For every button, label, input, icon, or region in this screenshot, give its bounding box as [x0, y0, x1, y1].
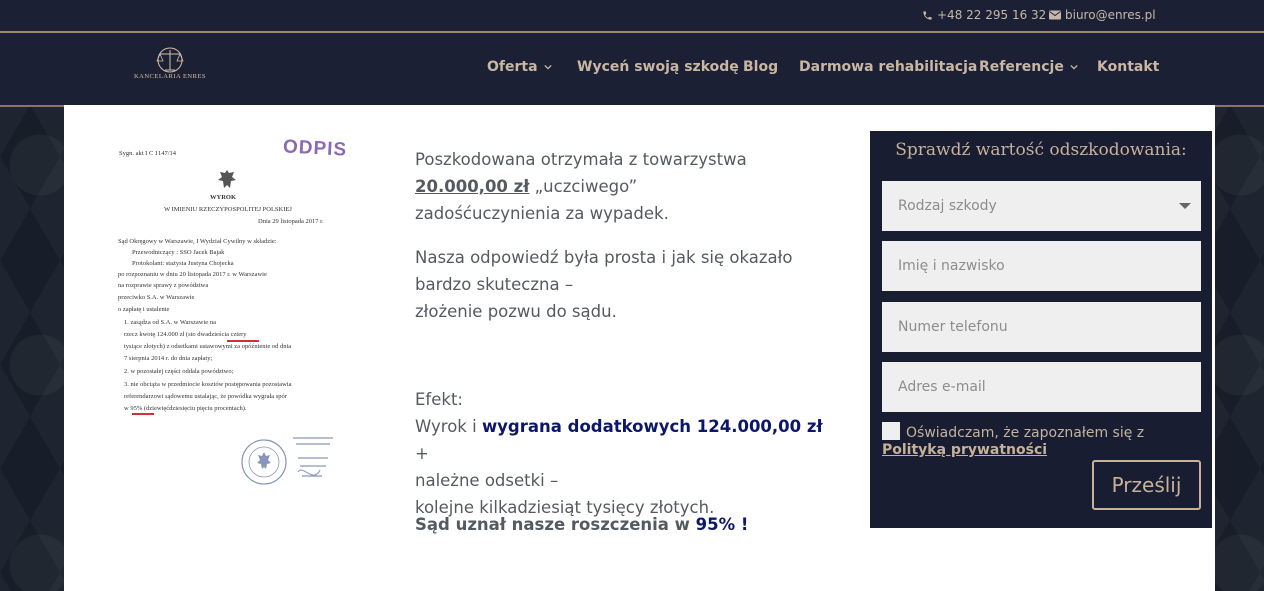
email-link[interactable]: biuro@enres.pl [1049, 8, 1156, 22]
phone-icon [923, 10, 932, 20]
text-span: zadośćuczynienia za wypadek. [415, 204, 669, 223]
document-line: rzecz kwotę 124.000 zł (sto dwadzieścia … [124, 331, 247, 338]
case-result: Efekt: Wyrok i wygrana dodatkowych 124.0… [415, 386, 835, 521]
envelope-icon [1049, 10, 1061, 20]
site-logo[interactable]: KANCELARIA ENRES [133, 45, 207, 90]
document-line: w 95% (dziewięćdziesięciu pięciu procent… [124, 405, 247, 412]
scales-of-justice-icon [156, 47, 184, 73]
document-line: 3. nie obciąża w przedmiocie kosztów pos… [124, 381, 292, 388]
case-signature: Sygn. akt I C 1147/14 [119, 150, 176, 157]
case-response: Nasza odpowiedź była prosta i jak się ok… [415, 244, 835, 325]
document-line: 1. zasądza od S.A. w Warszawie na [124, 319, 216, 326]
judgment-date: Dnia 29 listopada 2017 r. [258, 218, 324, 225]
result-label: Efekt: [415, 390, 463, 409]
text-span: Nasza odpowiedź była prosta i jak się ok… [415, 248, 793, 267]
input-placeholder: Numer telefonu [898, 319, 1008, 335]
nav-label: Blog [743, 59, 779, 75]
nav-label: Darmowa rehabilitacja [799, 59, 978, 75]
email-address: biuro@enres.pl [1065, 8, 1156, 22]
odpis-stamp: ODPIS [282, 136, 348, 161]
document-line: Przewodniczący : SSO Jacek Bajak [132, 249, 225, 256]
percentage-highlight: 95% ! [695, 515, 749, 534]
document-line: 7 sierpnia 2014 r. do dnia zapłaty; [124, 355, 213, 362]
input-placeholder: Adres e-mail [898, 379, 986, 395]
nav-item-rehabilitacja[interactable]: Darmowa rehabilitacja [799, 59, 977, 75]
document-line: referendarzowi sądowemu ustalając, że po… [124, 393, 287, 400]
text-span: Sąd uznał nasze roszczenia w [415, 515, 696, 534]
text-span: „uczciwego” [529, 177, 638, 196]
nav-item-wycen[interactable]: Wyceń swoją szkodę [577, 59, 739, 75]
paragraph-received: Poszkodowana otrzymała z towarzystwa 20.… [415, 146, 835, 227]
document-line: 2. w pozostałej części oddala powództwo; [124, 368, 234, 375]
phone-number: +48 22 295 16 32 [937, 8, 1047, 22]
text-span: + [415, 444, 429, 463]
red-underline [227, 340, 259, 342]
chevron-down-icon [1070, 64, 1078, 70]
consent-checkbox[interactable] [882, 422, 900, 440]
text-span: należne odsetki – [415, 471, 559, 490]
document-line: Protokolant: stażysta Justyna Chojecka [132, 260, 234, 267]
document-line: Sąd Okręgowy w Warszawie, I Wydział Cywi… [118, 238, 277, 245]
nav-label: Wyceń swoją szkodę [577, 59, 739, 75]
document-line: na rozprawie sprawy z powództwa [118, 282, 209, 289]
nav-item-blog[interactable]: Blog [743, 59, 778, 75]
email-input[interactable]: Adres e-mail [882, 362, 1201, 412]
text-span: bardzo skuteczna – [415, 275, 574, 294]
judgment-heading: WYROK [210, 194, 236, 201]
document-line: o zapłatę i ustalenie [118, 306, 170, 313]
case-description: Poszkodowana otrzymała z towarzystwa 20.… [415, 146, 835, 227]
nav-label: Oferta [487, 59, 538, 75]
court-judgment-image: ODPIS Sygn. akt I C 1147/14 WYROK W IMIE… [88, 130, 348, 492]
caret-down-icon [1179, 203, 1191, 209]
nav-label: Kontakt [1097, 59, 1160, 75]
judgment-subheading: W IMIENIU RZECZYPOSPOLITEJ POLSKIEJ [164, 206, 292, 213]
document-line: przeciwko S.A. w Warszawie [118, 294, 195, 301]
phone-input[interactable]: Numer telefonu [882, 302, 1201, 352]
document-line: tysiące złotych) z odsetkami ustawowymi … [124, 343, 292, 350]
court-seal-stamp [241, 437, 333, 485]
chevron-down-icon [543, 64, 552, 70]
privacy-policy-link[interactable]: Polityką prywatności [882, 442, 1047, 458]
privacy-consent: Oświadczam, że zapoznałem się z Polityką… [882, 422, 1202, 459]
nav-item-oferta[interactable]: Oferta [487, 59, 552, 75]
nav-item-referencje[interactable]: Referencje [979, 59, 1078, 75]
logo-text: KANCELARIA ENRES [133, 73, 207, 80]
nav-label: Referencje [979, 59, 1064, 75]
top-contact-bar: +48 22 295 16 32 biuro@enres.pl [0, 0, 1264, 33]
select-placeholder: Rodzaj szkody [898, 198, 997, 214]
damage-type-select[interactable]: Rodzaj szkody [882, 181, 1201, 231]
polish-eagle-emblem [218, 170, 236, 188]
valuation-form: Sprawdź wartość odszkodowania: Rodzaj sz… [870, 131, 1212, 528]
phone-link[interactable]: +48 22 295 16 32 [922, 8, 1046, 22]
name-input[interactable]: Imię i nazwisko [882, 241, 1201, 291]
nav-item-kontakt[interactable]: Kontakt [1097, 59, 1159, 75]
amount-highlight: 20.000,00 zł [415, 177, 530, 196]
win-amount-highlight: wygrana dodatkowych 124.000,00 zł [481, 417, 823, 436]
form-title: Sprawdź wartość odszkodowania: [895, 140, 1187, 160]
input-placeholder: Imię i nazwisko [898, 258, 1005, 274]
text-span: złożenie pozwu do sądu. [415, 302, 617, 321]
consent-text: Oświadczam, że zapoznałem się z [906, 425, 1145, 441]
main-navigation: KANCELARIA ENRES Oferta Wyceń swoją szko… [0, 33, 1264, 105]
text-span: Wyrok i [415, 417, 482, 436]
submit-button[interactable]: Prześlij [1092, 460, 1201, 510]
text-span: Poszkodowana otrzymała z towarzystwa [415, 150, 747, 169]
red-underline [132, 413, 154, 415]
case-summary: Sąd uznał nasze roszczenia w 95% ! [415, 511, 835, 538]
document-line: po rozpoznaniu w dniu 20 listopada 2017 … [118, 271, 267, 278]
